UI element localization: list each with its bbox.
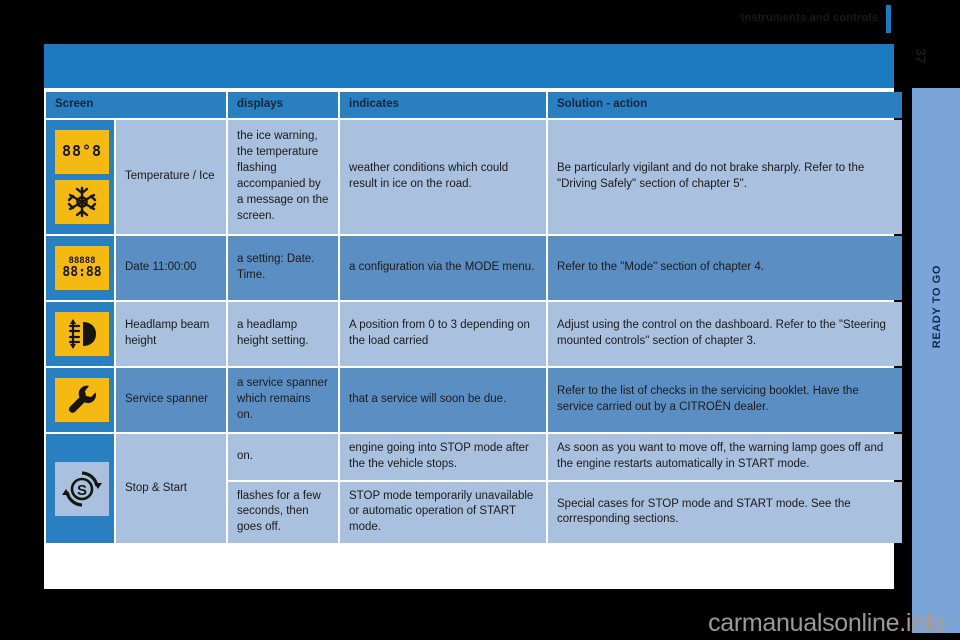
date-time-display-icon: 88888 88:88 bbox=[55, 245, 109, 290]
chapter-tab-title: READY TO GO bbox=[931, 265, 943, 349]
screen-icon-cell bbox=[46, 367, 114, 432]
page-number: 37 bbox=[913, 48, 929, 64]
displays-text: a service spanner which remains on. bbox=[228, 367, 339, 432]
screen-icon-cell: 88888 88:88 bbox=[46, 235, 114, 300]
displays-text: flashes for a few seconds, then goes off… bbox=[228, 481, 339, 544]
screen-icon-cell: 88°8 bbox=[46, 119, 114, 234]
table-row: 88°8 Temperature / Ice the ice warning, … bbox=[46, 119, 903, 234]
date-digits: 88888 88:88 bbox=[62, 256, 102, 281]
stop-start-icon: S bbox=[55, 461, 109, 516]
snowflake-icon bbox=[55, 179, 109, 224]
solution-text: Special cases for STOP mode and START mo… bbox=[548, 481, 903, 544]
service-spanner-icon bbox=[55, 377, 109, 422]
indicates-text: that a service will soon be due. bbox=[340, 367, 547, 432]
table-row: Service spanner a service spanner which … bbox=[46, 367, 903, 432]
table-row: S Stop & Start on. engine going into STO… bbox=[46, 433, 903, 544]
screen-icon-cell: S bbox=[46, 433, 114, 544]
chapter-tab: READY TO GO 2 bbox=[912, 88, 960, 633]
screen-icon-cell bbox=[46, 301, 114, 366]
solution-text: Adjust using the control on the dashboar… bbox=[548, 301, 903, 366]
screen-label: Temperature / Ice bbox=[116, 119, 227, 234]
date-digits-row2: 88:88 bbox=[62, 265, 102, 281]
displays-text: a setting: Date. Time. bbox=[228, 235, 339, 300]
indicates-text: STOP mode temporarily unavailable or aut… bbox=[340, 481, 547, 544]
solution-text: Refer to the "Mode" section of chapter 4… bbox=[548, 235, 903, 300]
temperature-digits: 88°8 bbox=[61, 142, 103, 161]
manual-page: Instruments and controls 37 READY TO GO … bbox=[0, 0, 960, 640]
displays-text: on. bbox=[228, 433, 339, 480]
column-header-solution: Solution - action bbox=[548, 92, 903, 118]
watermark: carmanualsonline.info bbox=[0, 609, 945, 638]
section-title-band bbox=[44, 44, 894, 88]
solution-text: As soon as you want to move off, the war… bbox=[548, 433, 903, 480]
temperature-display-icon: 88°8 bbox=[55, 129, 109, 174]
solution-text: Refer to the list of checks in the servi… bbox=[548, 367, 903, 432]
solution-text: Be particularly vigilant and do not brak… bbox=[548, 119, 903, 234]
screen-label: Headlamp beam height bbox=[116, 301, 227, 366]
indicates-text: weather conditions which could result in… bbox=[340, 119, 547, 234]
table-row: Headlamp beam height a headlamp height s… bbox=[46, 301, 903, 366]
screen-label: Service spanner bbox=[116, 367, 227, 432]
table-header-row: Screen displays indicates Solution - act… bbox=[46, 92, 903, 118]
column-header-screen: Screen bbox=[46, 92, 227, 118]
indicates-text: A position from 0 to 3 depending on the … bbox=[340, 301, 547, 366]
screen-label: Date 11:00:00 bbox=[116, 235, 227, 300]
running-head: Instruments and controls bbox=[741, 12, 878, 24]
column-header-displays: displays bbox=[228, 92, 339, 118]
svg-text:S: S bbox=[77, 482, 87, 499]
screen-label: Stop & Start bbox=[116, 433, 227, 544]
indicates-text: a configuration via the MODE menu. bbox=[340, 235, 547, 300]
displays-text: the ice warning, the temperature flashin… bbox=[228, 119, 339, 234]
table-row: 88888 88:88 Date 11:00:00 a setting: Dat… bbox=[46, 235, 903, 300]
warning-lamp-table: Screen displays indicates Solution - act… bbox=[44, 90, 904, 545]
watermark-suffix: .info bbox=[899, 609, 945, 637]
headlamp-beam-height-icon bbox=[55, 311, 109, 356]
column-header-indicates: indicates bbox=[340, 92, 547, 118]
content-sheet: Screen displays indicates Solution - act… bbox=[44, 44, 903, 589]
indicates-text: engine going into STOP mode after the th… bbox=[340, 433, 547, 480]
watermark-main: carmanualsonline bbox=[708, 609, 900, 637]
displays-text: a headlamp height setting. bbox=[228, 301, 339, 366]
